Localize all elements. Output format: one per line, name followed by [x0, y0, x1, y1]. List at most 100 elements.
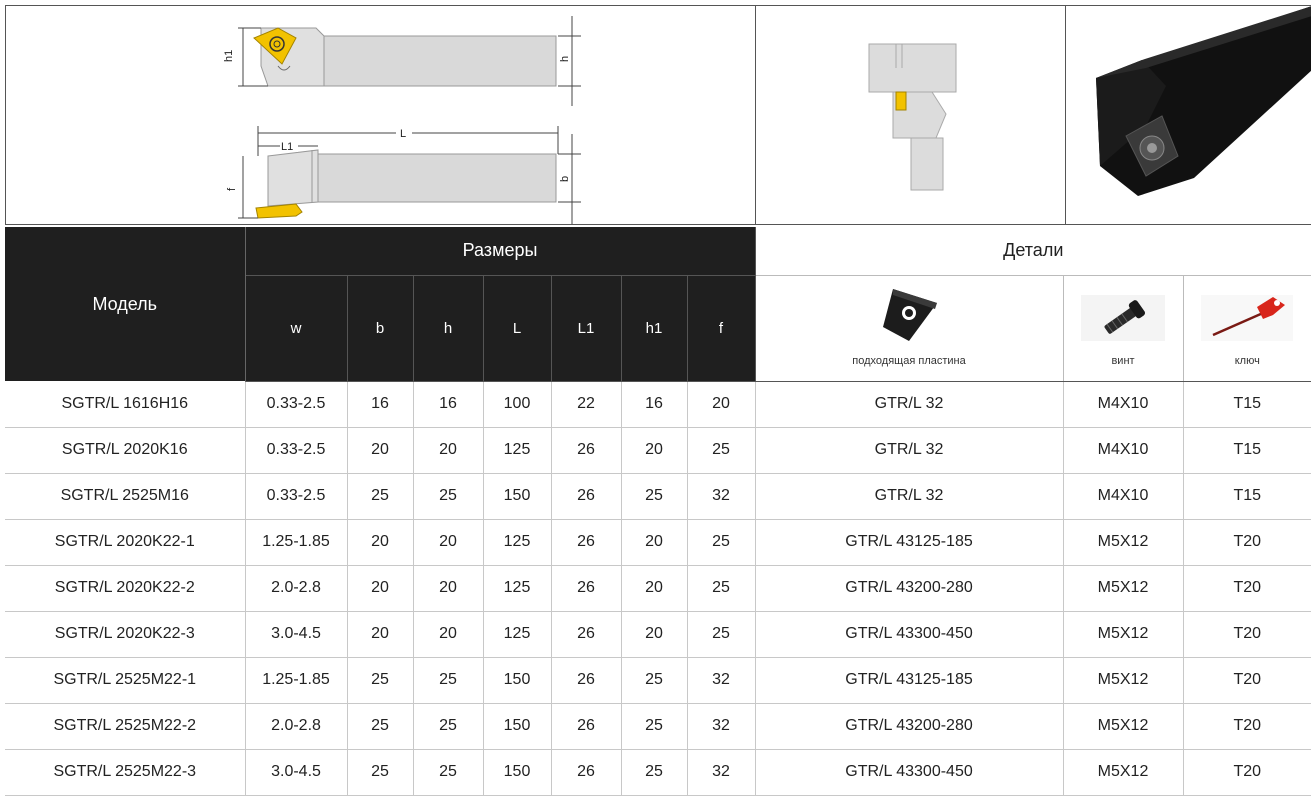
- cell-h1: 20: [621, 611, 688, 658]
- cell-f: 20: [687, 381, 756, 428]
- cell-w: 3.0-4.5: [245, 749, 348, 796]
- key-label: ключ: [1234, 354, 1260, 367]
- cell-h: 16: [413, 381, 484, 428]
- cell-h: 20: [413, 519, 484, 566]
- cell-h: 20: [413, 611, 484, 658]
- cell-insert: GTR/L 32: [755, 381, 1064, 428]
- cell-h1: 25: [621, 657, 688, 704]
- column-header-screw: винт: [1062, 275, 1184, 382]
- column-header-h: h: [413, 275, 484, 382]
- cell-key: T20: [1183, 565, 1311, 612]
- cell-screw: M5X12: [1063, 611, 1184, 658]
- cell-l1: 26: [551, 611, 622, 658]
- table-row: SGTR/L 2020K22-3 3.0-4.5 20 20 125 26 20 25 GTR/…: [5, 611, 1311, 658]
- cell-b: 25: [347, 657, 414, 704]
- label-h1: h1: [223, 50, 235, 62]
- key-icon: [1201, 294, 1294, 341]
- insert-icon: [883, 288, 938, 341]
- product-images-strip: h1 h L L1 f b: [5, 5, 1311, 225]
- label-b: b: [559, 176, 571, 182]
- cell-b: 20: [347, 427, 414, 474]
- header-details: Детали: [754, 227, 1311, 276]
- cell-l: 125: [483, 611, 552, 658]
- cell-f: 25: [687, 565, 756, 612]
- cell-h: 20: [413, 565, 484, 612]
- cell-model: SGTR/L 1616H16: [5, 381, 246, 428]
- cell-model: SGTR/L 2020K22-3: [5, 611, 246, 658]
- cell-key: T20: [1183, 749, 1311, 796]
- label-h: h: [559, 56, 571, 62]
- cell-model: SGTR/L 2020K16: [5, 427, 246, 474]
- table-row: SGTR/L 2525M22-1 1.25-1.85 25 25 150 26 25 32 GT…: [5, 657, 1311, 704]
- cell-b: 25: [347, 473, 414, 520]
- label-L1: L1: [281, 141, 293, 153]
- cell-screw: M5X12: [1063, 749, 1184, 796]
- cell-h1: 20: [621, 519, 688, 566]
- cell-l: 150: [483, 703, 552, 750]
- cell-key: T15: [1183, 381, 1311, 428]
- cell-l1: 22: [551, 381, 622, 428]
- cell-b: 20: [347, 519, 414, 566]
- cell-l1: 26: [551, 427, 622, 474]
- table-row: SGTR/L 2020K22-1 1.25-1.85 20 20 125 26 20 25 GT…: [5, 519, 1311, 566]
- label-f: f: [226, 187, 238, 191]
- cell-key: T20: [1183, 657, 1311, 704]
- header-dimensions: Размеры: [245, 227, 756, 276]
- cell-key: T20: [1183, 611, 1311, 658]
- cell-l: 100: [483, 381, 552, 428]
- cell-screw: M4X10: [1063, 427, 1184, 474]
- cell-insert: GTR/L 43125-185: [755, 657, 1064, 704]
- cell-h: 25: [413, 473, 484, 520]
- cell-h: 25: [413, 749, 484, 796]
- cell-insert: GTR/L 43300-450: [755, 749, 1064, 796]
- cell-screw: M4X10: [1063, 381, 1184, 428]
- cell-w: 2.0-2.8: [245, 703, 348, 750]
- cell-model: SGTR/L 2525M22-3: [5, 749, 246, 796]
- cell-b: 20: [347, 611, 414, 658]
- column-header-model: Модель: [5, 227, 246, 381]
- table-row: SGTR/L 2525M22-2 2.0-2.8 25 25 150 26 25 32 GTR/…: [5, 703, 1311, 750]
- column-header-w: w: [245, 275, 348, 382]
- cell-l1: 26: [551, 703, 622, 750]
- cell-h1: 16: [621, 381, 688, 428]
- cell-insert: GTR/L 43125-185: [755, 519, 1064, 566]
- table-row: SGTR/L 1616H16 0.33-2.5 16 16 100 22 16 20 GTR/L…: [5, 381, 1311, 428]
- cell-h1: 20: [621, 427, 688, 474]
- cell-f: 32: [687, 703, 756, 750]
- column-header-f: f: [687, 275, 756, 382]
- technical-drawing: h1 h L L1 f b: [5, 6, 755, 224]
- product-photo: [1065, 6, 1311, 224]
- label-L: L: [400, 128, 406, 140]
- cell-w: 1.25-1.85: [245, 657, 348, 704]
- cell-f: 25: [687, 611, 756, 658]
- table-row: SGTR/L 2020K16 0.33-2.5 20 20 125 26 20 25 GTR/L…: [5, 427, 1311, 474]
- cell-screw: M5X12: [1063, 565, 1184, 612]
- cell-model: SGTR/L 2525M22-2: [5, 703, 246, 750]
- cell-l: 150: [483, 657, 552, 704]
- spec-table-body: SGTR/L 1616H16 0.33-2.5 16 16 100 22 16 20 GTR/L…: [5, 381, 1311, 796]
- table-row: SGTR/L 2020K22-2 2.0-2.8 20 20 125 26 20 25 GTR/…: [5, 565, 1311, 612]
- column-header-L: L: [483, 275, 552, 382]
- table-row: SGTR/L 2525M22-3 3.0-4.5 25 25 150 26 25 32 GTR/…: [5, 749, 1311, 796]
- cell-insert: GTR/L 32: [755, 473, 1064, 520]
- cell-screw: M5X12: [1063, 657, 1184, 704]
- cell-l: 125: [483, 565, 552, 612]
- cell-h: 20: [413, 427, 484, 474]
- cell-key: T20: [1183, 703, 1311, 750]
- product-spec-sheet: h1 h L L1 f b Модель Размеры Детали w b …: [0, 0, 1311, 809]
- cell-f: 25: [687, 427, 756, 474]
- cell-screw: M5X12: [1063, 703, 1184, 750]
- cell-f: 32: [687, 657, 756, 704]
- table-row: SGTR/L 2525M16 0.33-2.5 25 25 150 26 25 32 GTR/L…: [5, 473, 1311, 520]
- cell-l1: 26: [551, 749, 622, 796]
- cell-b: 16: [347, 381, 414, 428]
- cell-b: 25: [347, 703, 414, 750]
- column-header-h1: h1: [621, 275, 688, 382]
- column-header-key: ключ: [1182, 275, 1311, 382]
- cell-l1: 26: [551, 657, 622, 704]
- cell-insert: GTR/L 43300-450: [755, 611, 1064, 658]
- cell-key: T20: [1183, 519, 1311, 566]
- cell-screw: M5X12: [1063, 519, 1184, 566]
- cell-w: 0.33-2.5: [245, 381, 348, 428]
- screw-label: винт: [1111, 354, 1135, 367]
